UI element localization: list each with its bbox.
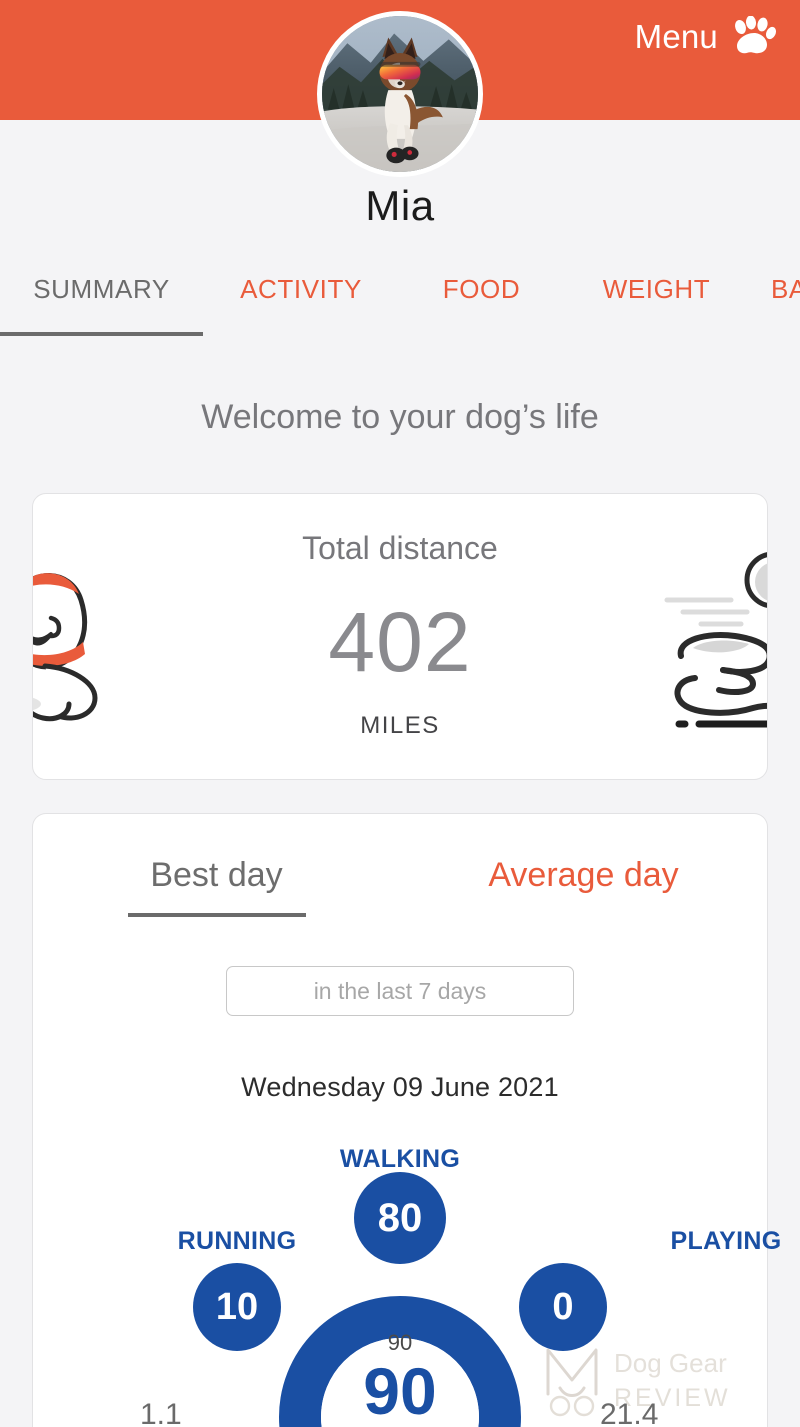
stat-bubble-playing[interactable]: 0 bbox=[519, 1263, 607, 1351]
tab-food[interactable]: FOOD bbox=[399, 272, 564, 346]
tab-bar: SUMMARY ACTIVITY FOOD WEIGHT BADG bbox=[0, 272, 800, 346]
daytab-average-day[interactable]: Average day bbox=[400, 856, 767, 899]
distance-card-value: 402 bbox=[328, 595, 472, 689]
tab-summary[interactable]: SUMMARY bbox=[0, 272, 203, 346]
ring-main-value: 90 bbox=[363, 1354, 437, 1427]
distance-card-title: Total distance bbox=[302, 530, 498, 566]
total-distance-card: Total distance 402 MILES bbox=[32, 493, 768, 780]
distance-card-unit: MILES bbox=[360, 712, 440, 739]
page-title: Welcome to your dog’s life bbox=[201, 398, 599, 436]
date-range-input[interactable] bbox=[226, 966, 574, 1016]
pet-name: Mia bbox=[365, 182, 435, 229]
tab-weight[interactable]: WEIGHT bbox=[564, 272, 749, 346]
daytab-best-day-label: Best day bbox=[150, 856, 283, 894]
tab-summary-label: SUMMARY bbox=[33, 274, 170, 304]
best-day-date: Wednesday 09 June 2021 bbox=[241, 1072, 559, 1102]
paw-icon bbox=[732, 15, 776, 58]
app-root: Menu Mia SUMMARY ACTIVITY FOOD WEIGHT BA… bbox=[0, 0, 800, 1427]
tab-activity-label: ACTIVITY bbox=[240, 274, 362, 304]
menu-button[interactable]: Menu bbox=[634, 15, 776, 58]
tab-active-underline bbox=[0, 332, 203, 336]
avatar[interactable] bbox=[317, 11, 483, 177]
stat-label-walking: WALKING bbox=[339, 1145, 461, 1173]
ring-subvalue: 90 bbox=[387, 1330, 413, 1355]
side-value-right: 21.4 bbox=[600, 1398, 659, 1427]
daytab-active-underline bbox=[127, 913, 306, 917]
stat-label-playing: PLAYING bbox=[670, 1227, 782, 1255]
tab-weight-label: WEIGHT bbox=[602, 274, 711, 304]
tab-food-label: FOOD bbox=[442, 274, 521, 304]
day-tab-bar: Best day Average day bbox=[33, 856, 767, 917]
daytab-average-day-label: Average day bbox=[488, 856, 679, 894]
tab-badges[interactable]: BADG bbox=[749, 272, 800, 346]
side-value-left: 1.1 bbox=[140, 1398, 182, 1427]
tab-badges-label: BADG bbox=[770, 274, 800, 304]
daytab-best-day[interactable]: Best day bbox=[33, 856, 400, 917]
menu-label: Menu bbox=[634, 18, 718, 55]
tab-activity[interactable]: ACTIVITY bbox=[203, 272, 399, 346]
app-header: Menu bbox=[0, 0, 800, 177]
